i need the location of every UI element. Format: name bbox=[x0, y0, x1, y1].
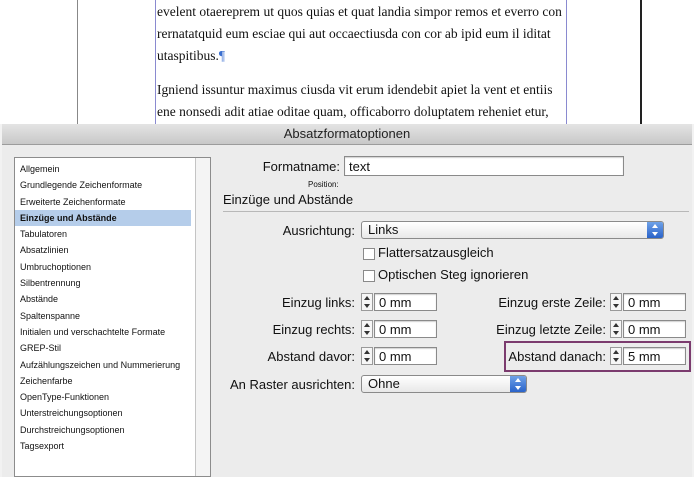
format-name-label: Formatname: bbox=[262, 159, 340, 174]
format-name-field[interactable]: text bbox=[344, 156, 624, 176]
text-frame[interactable]: evelent otaereprem ut quos quias et quat… bbox=[155, 0, 567, 124]
flattersatz-label: Flattersatzausgleich bbox=[378, 245, 494, 260]
category-item[interactable]: Einzüge und Abstände bbox=[15, 209, 191, 227]
space-after-field[interactable]: 5 mm bbox=[623, 347, 686, 365]
category-item[interactable]: GREP-Stil bbox=[15, 340, 191, 356]
space-after-label: Abstand danach: bbox=[508, 349, 606, 364]
paragraph-style-options-dialog: Absatzformatoptionen Allgemein Grundlegen… bbox=[2, 124, 692, 477]
space-before-field[interactable]: 0 mm bbox=[374, 347, 437, 365]
section-divider bbox=[223, 211, 689, 212]
grid-align-value: Ohne bbox=[368, 376, 400, 391]
category-item[interactable]: OpenType-Funktionen bbox=[15, 389, 191, 405]
optischer-steg-label: Optischen Steg ignorieren bbox=[378, 267, 529, 282]
space-before-stepper[interactable] bbox=[361, 347, 373, 365]
page-guide-line bbox=[77, 0, 78, 124]
text-line: evelent otaereprem ut quos quias et quat… bbox=[157, 4, 562, 19]
indent-left-label: Einzug links: bbox=[282, 295, 355, 310]
text-line: rernatatquid eum esciae qui aut occaecti… bbox=[157, 26, 551, 41]
category-item[interactable]: Umbruchoptionen bbox=[15, 259, 191, 275]
category-list-scrollbar[interactable] bbox=[195, 158, 210, 476]
category-item[interactable]: Aufzählungszeichen und Nummerierung bbox=[15, 357, 191, 373]
position-label: Position: bbox=[308, 180, 339, 189]
category-item[interactable]: Tabulatoren bbox=[15, 226, 191, 242]
category-list[interactable]: Allgemein Grundlegende Zeichenformate Erwe… bbox=[14, 157, 211, 477]
category-item[interactable]: Erweiterte Zeichenformate bbox=[15, 194, 191, 210]
last-line-indent-stepper[interactable] bbox=[610, 320, 622, 338]
category-item[interactable]: Zeichenfarbe bbox=[15, 373, 191, 389]
flattersatz-checkbox[interactable] bbox=[363, 248, 375, 260]
category-item[interactable]: Abstände bbox=[15, 291, 191, 307]
page-edge-line bbox=[640, 0, 642, 124]
last-line-indent-field[interactable]: 0 mm bbox=[623, 320, 686, 338]
grid-align-select[interactable]: Ohne bbox=[361, 375, 527, 393]
select-arrows-icon bbox=[510, 376, 526, 392]
indent-right-stepper[interactable] bbox=[361, 320, 373, 338]
category-item[interactable]: Silbentrennung bbox=[15, 275, 191, 291]
first-line-indent-field[interactable]: 0 mm bbox=[623, 293, 686, 311]
alignment-label: Ausrichtung: bbox=[282, 223, 355, 238]
category-item[interactable]: Grundlegende Zeichenformate bbox=[15, 177, 191, 193]
section-title: Einzüge und Abstände bbox=[223, 192, 354, 207]
alignment-select[interactable]: Links bbox=[361, 221, 664, 239]
indent-right-field[interactable]: 0 mm bbox=[374, 320, 437, 338]
indent-right-label: Einzug rechts: bbox=[272, 322, 355, 337]
category-item[interactable]: Unterstreichungsoptionen bbox=[15, 405, 191, 421]
category-item[interactable]: Initialen und verschachtelte Formate bbox=[15, 324, 191, 340]
dialog-title: Absatzformatoptionen bbox=[2, 124, 692, 145]
alignment-value: Links bbox=[368, 222, 399, 237]
document-area: evelent otaereprem ut quos quias et quat… bbox=[0, 0, 694, 124]
text-line: ene nonsedi adit atiae oditae quam, offi… bbox=[157, 104, 549, 119]
category-item[interactable]: Absatzlinien bbox=[15, 242, 191, 258]
text-line: utaspitibus.¶ bbox=[157, 48, 226, 63]
text-line: Igniend issuntur maximus ciusda vit erum… bbox=[157, 82, 553, 97]
indent-left-stepper[interactable] bbox=[361, 293, 373, 311]
space-after-stepper[interactable] bbox=[610, 347, 622, 365]
category-item[interactable]: Tagsexport bbox=[15, 438, 191, 454]
select-arrows-icon bbox=[647, 222, 663, 238]
last-line-indent-label: Einzug letzte Zeile: bbox=[496, 322, 606, 337]
first-line-indent-stepper[interactable] bbox=[610, 293, 622, 311]
pilcrow-icon: ¶ bbox=[218, 48, 226, 63]
category-item[interactable]: Durchstreichungsoptionen bbox=[15, 422, 191, 438]
grid-align-label: An Raster ausrichten: bbox=[229, 377, 355, 392]
category-item[interactable]: Spaltenspanne bbox=[15, 308, 191, 324]
optischer-steg-checkbox[interactable] bbox=[363, 270, 375, 282]
indent-left-field[interactable]: 0 mm bbox=[374, 293, 437, 311]
space-before-label: Abstand davor: bbox=[267, 349, 355, 364]
category-item[interactable]: Allgemein bbox=[15, 161, 191, 177]
first-line-indent-label: Einzug erste Zeile: bbox=[498, 295, 606, 310]
